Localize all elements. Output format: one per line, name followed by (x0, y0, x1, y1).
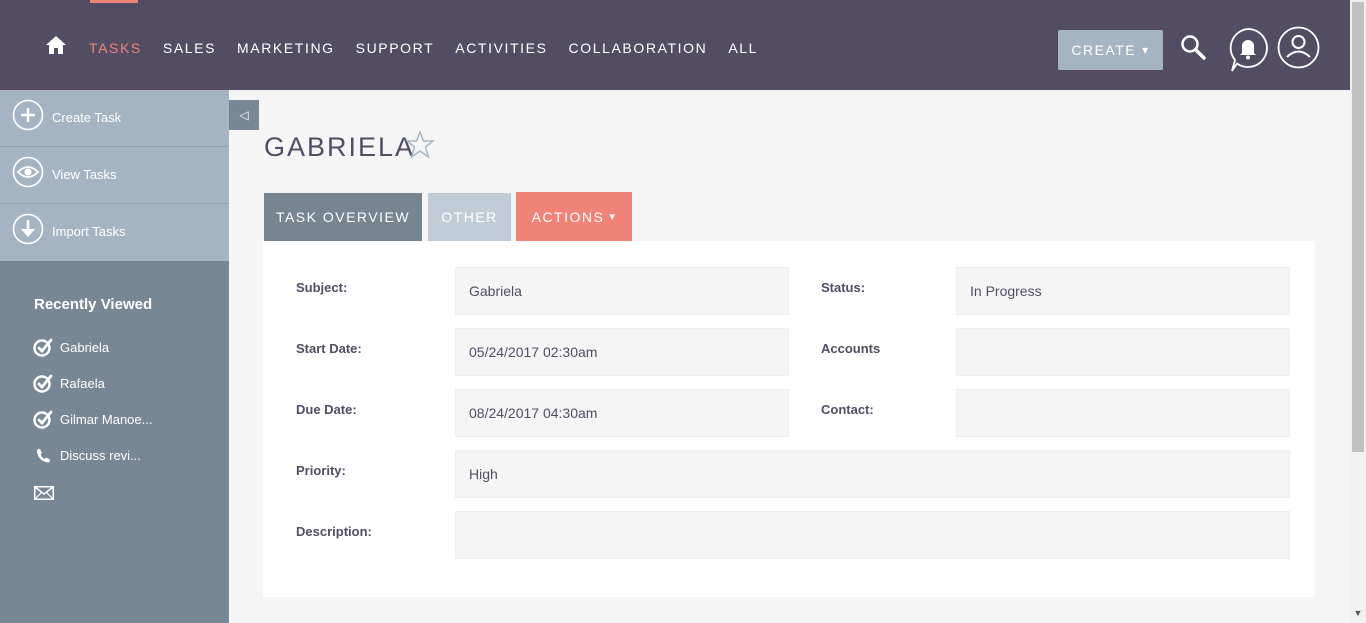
due-date-field[interactable]: 08/24/2017 04:30am (455, 389, 789, 437)
tab-task-overview[interactable]: TASK OVERVIEW (264, 193, 422, 241)
description-label: Description: (296, 524, 372, 539)
eye-circle-icon (12, 156, 44, 188)
chevron-down-icon: ▾ (1142, 43, 1150, 57)
recent-item-discuss[interactable]: Discuss revi... (32, 444, 141, 466)
create-button-label: CREATE (1071, 42, 1137, 58)
contact-label: Contact: (821, 402, 874, 417)
collapse-arrow-icon: ◁ (239, 108, 249, 122)
home-icon[interactable] (45, 34, 67, 56)
sidebar-actions: Create Task View Tasks Import Tasks (0, 90, 229, 261)
create-button[interactable]: CREATE ▾ (1058, 30, 1163, 70)
mail-icon[interactable] (34, 486, 54, 500)
nav-tasks[interactable]: TASKS (89, 38, 142, 58)
accounts-label: Accounts (821, 341, 881, 356)
nav-all[interactable]: ALL (728, 38, 758, 58)
task-icon (33, 338, 53, 357)
subject-label: Subject: (296, 280, 348, 295)
create-task-label: Create Task (52, 110, 122, 125)
start-date-label: Start Date: (296, 341, 362, 356)
tab-task-overview-label: TASK OVERVIEW (275, 209, 411, 225)
tab-actions[interactable]: ACTIONS ▾ (516, 192, 632, 241)
tab-actions-label: ACTIONS (531, 208, 605, 225)
task-overview-panel: Subject: Gabriela Status: In Progress St… (263, 241, 1315, 597)
tab-other[interactable]: OTHER (428, 193, 511, 241)
start-date-field[interactable]: 05/24/2017 02:30am (455, 328, 789, 376)
accounts-field[interactable] (956, 328, 1290, 376)
view-tasks-action[interactable]: View Tasks (0, 147, 229, 204)
user-profile-icon[interactable] (1277, 26, 1320, 69)
view-tasks-label: View Tasks (52, 167, 117, 182)
recently-viewed-heading: Recently Viewed (34, 296, 153, 313)
status-value: In Progress (970, 283, 1042, 299)
recent-item-label: Discuss revi... (60, 447, 141, 463)
nav-marketing[interactable]: MARKETING (237, 38, 335, 58)
subject-field[interactable]: Gabriela (455, 267, 789, 315)
tab-other-label: OTHER (441, 209, 498, 225)
active-tab-indicator (90, 0, 138, 3)
search-icon[interactable] (1179, 33, 1207, 61)
nav-activities[interactable]: ACTIVITIES (455, 38, 547, 58)
import-tasks-label: Import Tasks (52, 224, 126, 239)
import-tasks-action[interactable]: Import Tasks (0, 204, 229, 261)
description-field[interactable] (455, 511, 1290, 559)
chevron-down-icon: ▾ (609, 211, 617, 223)
priority-field[interactable]: High (455, 450, 1290, 498)
plus-circle-icon (12, 99, 44, 131)
status-label: Status: (821, 280, 866, 295)
recent-item-label: Gilmar Manoe... (60, 411, 153, 427)
due-date-label: Due Date: (296, 402, 357, 417)
nav-collaboration[interactable]: COLLABORATION (569, 38, 708, 58)
scrollbar-thumb[interactable] (1352, 2, 1364, 452)
recent-item-gabriela[interactable]: Gabriela (32, 336, 109, 358)
task-icon (33, 374, 53, 393)
start-date-value: 05/24/2017 02:30am (469, 344, 598, 360)
contact-field[interactable] (956, 389, 1290, 437)
notification-bell-icon[interactable] (1227, 27, 1269, 73)
scroll-down-arrow-icon[interactable]: ▼ (1352, 606, 1364, 620)
subject-value: Gabriela (469, 283, 522, 299)
nav-sales[interactable]: SALES (163, 38, 216, 58)
recent-item-label: Rafaela (60, 375, 105, 391)
recent-item-label: Gabriela (60, 339, 110, 355)
main-menu: TASKS SALES MARKETING SUPPORT ACTIVITIES… (89, 38, 779, 58)
phone-icon (37, 449, 50, 463)
due-date-value: 08/24/2017 04:30am (469, 405, 598, 421)
top-navigation-bar: TASKS SALES MARKETING SUPPORT ACTIVITIES… (0, 0, 1350, 90)
priority-label: Priority: (296, 463, 346, 478)
nav-support[interactable]: SUPPORT (356, 38, 435, 58)
priority-value: High (469, 466, 498, 482)
collapse-sidebar-button[interactable]: ◁ (229, 100, 259, 130)
download-circle-icon (12, 213, 44, 245)
create-task-action[interactable]: Create Task (0, 90, 229, 147)
favorite-star-icon[interactable] (405, 130, 435, 160)
recent-item-rafaela[interactable]: Rafaela (32, 372, 105, 394)
record-title: GABRIELA (264, 132, 416, 162)
status-field[interactable]: In Progress (956, 267, 1290, 315)
recent-item-gilmar[interactable]: Gilmar Manoe... (32, 408, 152, 430)
task-icon (33, 410, 53, 429)
sidebar: Create Task View Tasks Import Tasks Rece… (0, 90, 229, 623)
